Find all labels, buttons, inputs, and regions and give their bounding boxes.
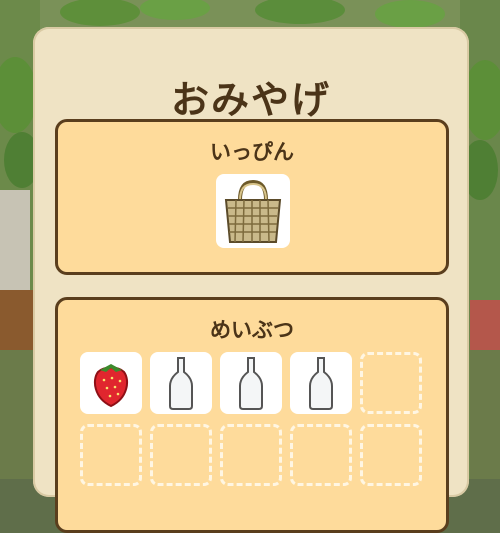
specialty-slot-9[interactable] <box>290 424 352 486</box>
glass-bottle-icon <box>309 357 333 410</box>
dialog-title: おみやげ <box>170 78 331 122</box>
specialty-slot-3[interactable] <box>220 352 282 414</box>
rare-item-section: いっぴん <box>55 119 449 275</box>
souvenir-dialog: おみやげ いっぴん めいぶつ <box>33 27 469 533</box>
specialty-slot-5[interactable] <box>360 352 422 414</box>
specialty-slot-8[interactable] <box>220 424 282 486</box>
glass-bottle-icon <box>239 357 263 410</box>
specialty-slot-4[interactable] <box>290 352 352 414</box>
rare-item-slot[interactable] <box>216 174 290 248</box>
specialty-item-section: めいぶつ <box>55 297 449 533</box>
rare-item-label: いっぴん <box>210 140 294 164</box>
specialty-slot-10[interactable] <box>360 424 422 486</box>
strawberry-icon <box>93 364 129 408</box>
specialty-slot-7[interactable] <box>150 424 212 486</box>
specialty-slot-1[interactable] <box>80 352 142 414</box>
woven-basket-bag-icon <box>224 179 282 243</box>
specialty-item-label: めいぶつ <box>210 318 294 342</box>
glass-bottle-icon <box>169 357 193 410</box>
specialty-slot-6[interactable] <box>80 424 142 486</box>
specialty-slot-2[interactable] <box>150 352 212 414</box>
